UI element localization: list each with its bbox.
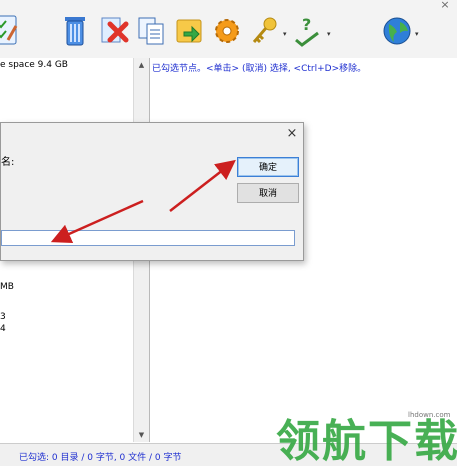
status-text: 已勾选: 0 目录 / 0 字节, 0 文件 / 0 字节	[19, 453, 182, 463]
key-dropdown-caret[interactable]: ▾	[283, 30, 287, 38]
gear-icon[interactable]	[210, 10, 244, 50]
checklist-icon[interactable]	[0, 10, 20, 50]
dialog-close-button[interactable]: ×	[284, 126, 300, 142]
toolbar: ▾ ? ▾ ▾ ×	[0, 0, 457, 59]
dialog-name-label: 名:	[1, 157, 15, 168]
ok-button[interactable]: 确定	[237, 157, 299, 177]
svg-text:?: ?	[302, 15, 311, 34]
tree-line-c: 4	[0, 324, 6, 334]
cancel-button[interactable]: 取消	[237, 183, 299, 203]
scroll-up-button[interactable]: ▲	[134, 58, 149, 72]
scroll-down-button[interactable]: ▼	[134, 428, 149, 442]
key-icon[interactable]	[248, 10, 282, 50]
globe-dropdown-caret[interactable]: ▾	[415, 30, 419, 38]
help-dropdown-caret[interactable]: ▾	[327, 30, 331, 38]
globe-icon[interactable]	[380, 10, 414, 50]
watermark-logo: 领航下载	[276, 416, 457, 467]
rename-dialog: × 名: 确定 取消	[0, 122, 304, 261]
delete-file-icon[interactable]	[96, 10, 130, 50]
free-space-text: e space 9.4 GB	[0, 60, 68, 70]
selection-hint-text: 已勾选节点。<单击> (取消) 选择, <Ctrl+D>移除。	[152, 64, 367, 74]
trash-icon[interactable]	[58, 10, 92, 50]
tree-line-b: 3	[0, 312, 6, 322]
size-text: MB	[0, 282, 14, 292]
copy-icon[interactable]	[134, 10, 168, 50]
window-close-button[interactable]: ×	[436, 0, 454, 12]
move-folder-icon[interactable]	[172, 10, 206, 50]
name-input[interactable]	[1, 230, 295, 246]
help-icon[interactable]: ?	[292, 10, 326, 50]
